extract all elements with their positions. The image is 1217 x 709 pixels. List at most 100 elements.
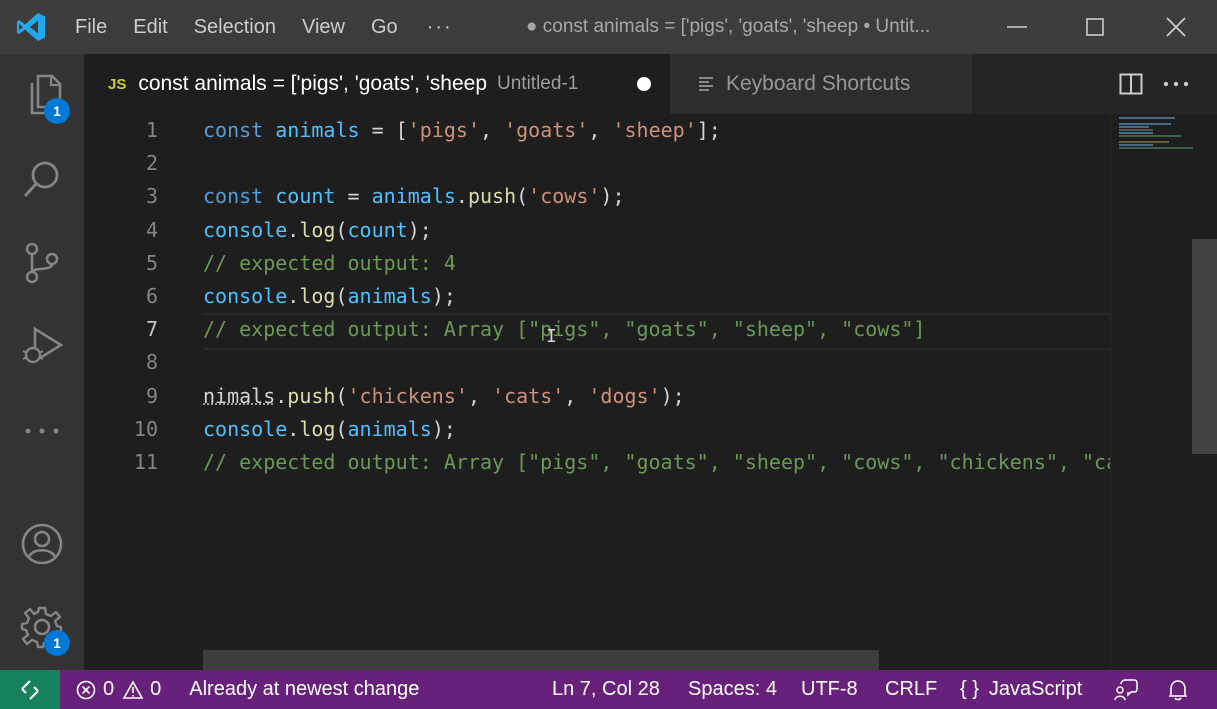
code-token: count xyxy=(275,184,336,209)
code-line[interactable]: // expected output: 4 xyxy=(203,247,1110,280)
code-token: . xyxy=(287,217,300,242)
tab-keyboard-shortcuts[interactable]: Keyboard Shortcuts xyxy=(670,54,972,114)
code-token: // expected output: Array ["pigs", "goat… xyxy=(203,317,926,342)
code-line[interactable]: console.log(animals); xyxy=(203,413,1110,446)
code-token: = xyxy=(335,184,372,209)
code-line[interactable] xyxy=(203,346,1110,379)
code-line[interactable]: console.log(animals); xyxy=(203,280,1110,313)
code-token: , xyxy=(588,118,613,142)
menu-file[interactable]: File xyxy=(62,0,120,54)
title-bar: File Edit Selection View Go ··· ● const … xyxy=(0,0,1217,54)
encoding-setting[interactable]: UTF-8 xyxy=(801,670,858,709)
source-control-icon xyxy=(25,242,59,284)
unsaved-dot-icon[interactable] xyxy=(637,77,651,91)
maximize-icon xyxy=(1086,18,1104,36)
close-window-button[interactable] xyxy=(1149,0,1203,54)
menu-view[interactable]: View xyxy=(289,0,358,54)
code-line[interactable] xyxy=(203,147,1110,180)
line-number: 10 xyxy=(133,416,158,441)
run-debug-icon xyxy=(22,326,64,364)
search-button[interactable] xyxy=(0,144,84,214)
manage-button[interactable]: 1 xyxy=(0,592,84,662)
search-icon xyxy=(23,161,59,198)
problems-indicator[interactable]: 0 0 xyxy=(76,678,161,701)
code-line[interactable]: // expected output: Array ["pigs", "goat… xyxy=(203,446,1110,479)
language-label: JavaScript xyxy=(988,678,1083,700)
status-bar: 0 0 Already at newest change Ln 7, Col 2… xyxy=(0,670,1217,709)
vertical-scrollbar[interactable] xyxy=(1190,114,1217,670)
vertical-scrollbar-thumb[interactable] xyxy=(1192,239,1217,454)
code-token: ( xyxy=(335,217,348,242)
notifications-button[interactable] xyxy=(1167,670,1189,709)
line-number: 3 xyxy=(145,184,158,209)
code-token: 'dogs' xyxy=(588,383,661,408)
code-token: log xyxy=(299,416,336,441)
menu-edit[interactable]: Edit xyxy=(120,0,180,54)
feedback-icon xyxy=(1114,678,1138,700)
horizontal-scrollbar[interactable] xyxy=(203,650,879,670)
code-token: 'cats' xyxy=(492,383,565,408)
code-editor[interactable]: 1 2 3 4 5 6 7 8 9 10 11 const animals = ['pigs', '… xyxy=(84,114,1217,670)
language-mode[interactable]: { } JavaScript xyxy=(960,670,1082,709)
split-editor-button[interactable] xyxy=(1108,54,1154,114)
menu-go[interactable]: Go xyxy=(358,0,411,54)
code-token: // expected output: Array ["pigs", "goat… xyxy=(203,449,1110,474)
code-area[interactable]: const animals = ['pigs', 'goats', 'sheep… xyxy=(203,114,1110,479)
tab-label: Keyboard Shortcuts xyxy=(726,72,911,95)
code-token: animals xyxy=(371,184,456,209)
minimize-button[interactable] xyxy=(990,0,1044,54)
vscode-logo-icon xyxy=(0,0,62,54)
line-number: 2 xyxy=(145,151,158,176)
close-icon xyxy=(1166,17,1186,37)
menu-selection[interactable]: Selection xyxy=(181,0,289,54)
more-views-button[interactable] xyxy=(0,396,84,466)
indentation-setting[interactable]: Spaces: 4 xyxy=(688,670,777,709)
split-editor-icon xyxy=(1119,73,1143,95)
warning-count: 0 xyxy=(150,678,162,700)
code-token: , xyxy=(467,383,493,408)
code-line[interactable]: console.log(count); xyxy=(203,214,1110,247)
maximize-button[interactable] xyxy=(1068,0,1122,54)
code-token: log xyxy=(299,217,336,242)
code-token: animals xyxy=(275,118,360,142)
accounts-button[interactable] xyxy=(0,509,84,579)
braces-icon: { } xyxy=(960,678,979,700)
warning-icon xyxy=(122,679,144,699)
code-token: , xyxy=(564,383,589,408)
line-number: 1 xyxy=(145,118,158,142)
menu-bar: File Edit Selection View Go ··· xyxy=(62,0,469,54)
line-number: 5 xyxy=(145,250,158,275)
code-line[interactable]: // expected output: Array ["pigs", "goat… xyxy=(203,313,1110,351)
code-token: animals xyxy=(347,283,432,308)
code-token: ( xyxy=(335,383,348,408)
code-line[interactable]: const animals = ['pigs', 'goats', 'sheep… xyxy=(203,114,1110,147)
code-token: . xyxy=(275,383,288,408)
code-line[interactable]: nimals.push('chickens', 'cats', 'dogs'); xyxy=(203,380,1110,413)
code-token: . xyxy=(287,283,300,308)
source-control-button[interactable] xyxy=(0,228,84,298)
menu-more[interactable]: ··· xyxy=(411,0,469,54)
code-token: // expected output: 4 xyxy=(203,250,456,275)
code-token: 'sheep' xyxy=(612,118,697,142)
code-token: ); xyxy=(431,416,456,441)
code-line[interactable]: const count = animals.push('cows'); xyxy=(203,180,1110,213)
feedback-button[interactable] xyxy=(1114,670,1138,709)
code-token: 'cows' xyxy=(528,184,601,209)
tab-label: const animals = ['pigs', 'goats', 'sheep xyxy=(138,72,488,95)
more-actions-button[interactable] xyxy=(1153,54,1199,114)
line-number: 11 xyxy=(133,449,158,474)
explorer-button[interactable]: 1 xyxy=(0,60,84,130)
code-token: console xyxy=(203,217,288,242)
line-number: 8 xyxy=(145,350,158,375)
account-icon xyxy=(21,523,63,565)
line-ending-setting[interactable]: CRLF xyxy=(885,670,937,709)
remote-button[interactable] xyxy=(0,670,60,709)
code-token: ); xyxy=(660,383,685,408)
line-number-gutter: 1 2 3 4 5 6 7 8 9 10 11 xyxy=(84,114,184,479)
code-token: ( xyxy=(516,184,529,209)
run-debug-button[interactable] xyxy=(0,312,84,382)
tab-untitled-1[interactable]: JS const animals = ['pigs', 'goats', 'sh… xyxy=(84,54,670,114)
cursor-position[interactable]: Ln 7, Col 28 xyxy=(552,670,660,709)
activity-bar: 1 1 xyxy=(0,54,84,670)
